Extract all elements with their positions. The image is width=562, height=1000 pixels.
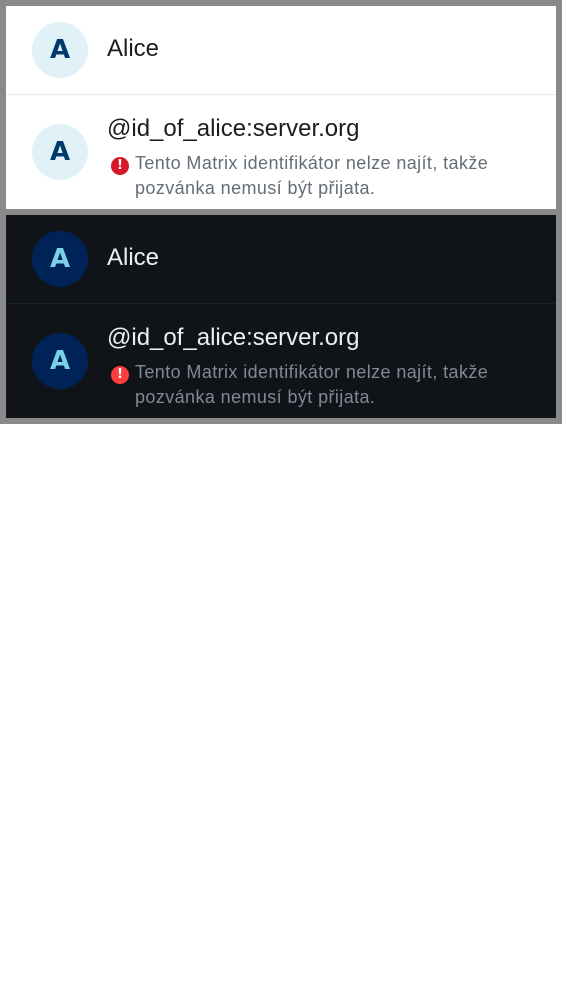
- unknown-user-warning: Tento Matrix identifikátor nelze najít, …: [135, 151, 545, 201]
- avatar: A: [32, 231, 88, 287]
- invite-row-unknown-user[interactable]: A @id_of_alice:server.org ! Tento Matrix…: [6, 304, 556, 418]
- alert-circle-icon: !: [111, 366, 129, 384]
- matrix-user-id: @id_of_alice:server.org: [107, 115, 360, 142]
- contact-name: Alice: [107, 35, 160, 62]
- contact-row-alice[interactable]: A Alice: [6, 215, 556, 303]
- dark-theme-panel: A Alice A @id_of_alice:server.org ! Tent…: [6, 215, 556, 418]
- avatar: A: [32, 22, 88, 78]
- contact-row-alice[interactable]: A Alice: [6, 6, 556, 94]
- avatar: A: [32, 124, 88, 180]
- avatar: A: [32, 333, 88, 389]
- contact-name: Alice: [107, 244, 160, 271]
- matrix-user-id: @id_of_alice:server.org: [107, 324, 360, 351]
- warning-line-2: pozvánka nemusí být přijata.: [135, 387, 376, 407]
- alert-circle-icon: !: [111, 157, 129, 175]
- light-theme-panel: A Alice A @id_of_alice:server.org ! Tent…: [6, 6, 556, 209]
- warning-line-1: Tento Matrix identifikátor nelze najít, …: [135, 153, 489, 173]
- preview-frame: A Alice A @id_of_alice:server.org ! Tent…: [0, 0, 562, 424]
- warning-line-1: Tento Matrix identifikátor nelze najít, …: [135, 362, 489, 382]
- warning-line-2: pozvánka nemusí být přijata.: [135, 178, 376, 198]
- unknown-user-warning: Tento Matrix identifikátor nelze najít, …: [135, 360, 545, 410]
- invite-row-unknown-user[interactable]: A @id_of_alice:server.org ! Tento Matrix…: [6, 95, 556, 209]
